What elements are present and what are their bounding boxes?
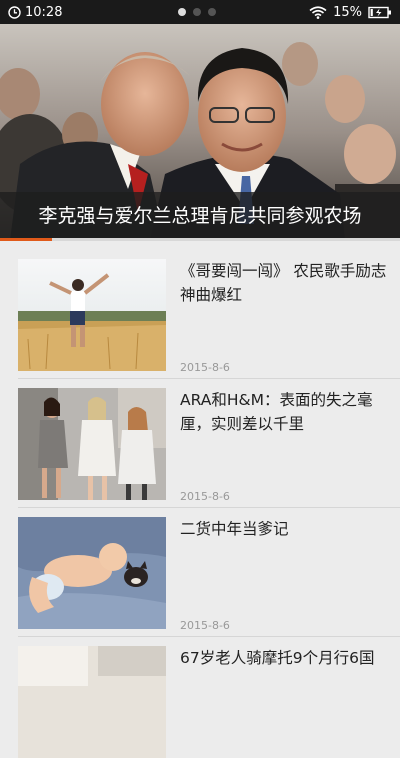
hero-caption: 李克强与爱尔兰总理肯尼共同参观农场: [38, 205, 362, 227]
motorcycle-image: [18, 646, 166, 758]
article-thumbnail: [18, 517, 166, 629]
article-thumbnail: [18, 388, 166, 500]
status-bar: 10:28 15%: [0, 0, 400, 24]
page-dot: [193, 8, 201, 16]
article-title: 二货中年当爹记: [180, 520, 289, 538]
article-title: ARA和H&M：表面的失之毫厘，实则差以千里: [180, 391, 373, 433]
hero-banner[interactable]: 李克强与爱尔兰总理肯尼共同参观农场: [0, 24, 400, 240]
wifi-icon: [309, 5, 327, 19]
status-time: 10:28: [25, 4, 63, 20]
article-thumbnail: [18, 259, 166, 371]
page-dot: [178, 8, 186, 16]
article-title: 67岁老人骑摩托9个月行6国: [180, 649, 375, 667]
article-thumbnail: [18, 646, 166, 758]
article-item[interactable]: 67岁老人骑摩托9个月行6国: [0, 628, 400, 758]
page-indicator: [178, 8, 216, 16]
man-in-wheat-field-image: [18, 259, 166, 371]
article-item[interactable]: 二货中年当爹记 2015-8-6: [0, 499, 400, 632]
article-item[interactable]: ARA和H&M：表面的失之毫厘，实则差以千里 2015-8-6: [0, 370, 400, 503]
battery-percent: 15%: [333, 4, 362, 20]
battery-charging-icon: [368, 6, 391, 18]
clock-icon: [8, 5, 21, 19]
fashion-models-image: [18, 388, 166, 500]
baby-with-cat-image: [18, 517, 166, 629]
article-title: 《哥要闯一闯》 农民歌手励志神曲爆红: [180, 262, 387, 304]
article-item[interactable]: 《哥要闯一闯》 农民歌手励志神曲爆红 2015-8-6: [0, 241, 400, 374]
page-dot: [208, 8, 216, 16]
